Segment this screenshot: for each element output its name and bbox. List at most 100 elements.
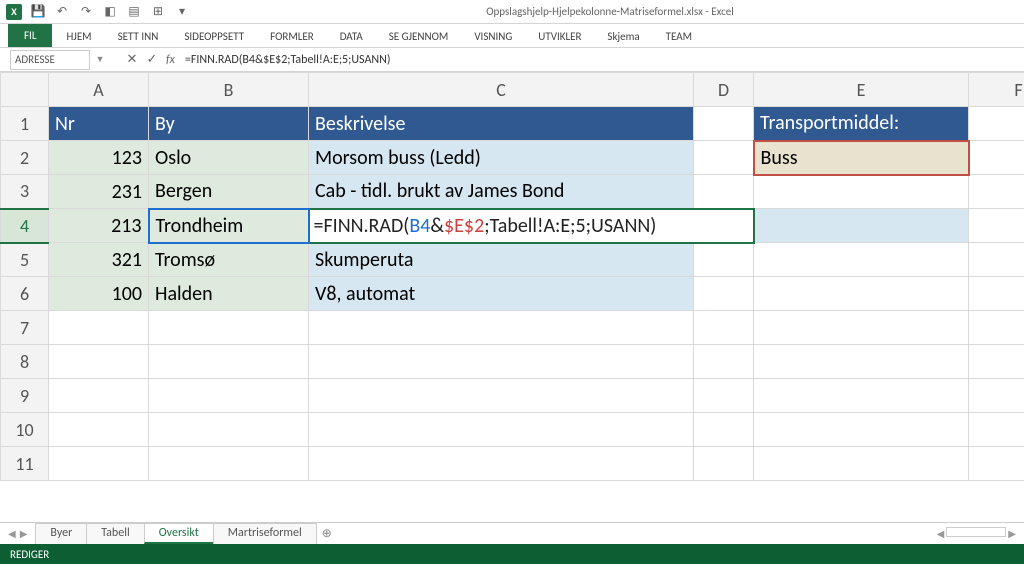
cell-F9[interactable] (969, 379, 1024, 413)
ribbon-tab-formulas[interactable]: FORMLER (258, 26, 326, 47)
ribbon-tab-view[interactable]: VISNING (462, 26, 524, 47)
cell-B10[interactable] (149, 413, 309, 447)
cell-A7[interactable] (49, 311, 149, 345)
ribbon-tab-insert[interactable]: SETT INN (106, 26, 171, 47)
cell-D11[interactable] (694, 447, 754, 481)
cell-D2[interactable] (694, 141, 754, 175)
ribbon-tab-home[interactable]: HJEM (54, 26, 103, 47)
ribbon-tab-developer[interactable]: UTVIKLER (526, 26, 593, 47)
cell-C2[interactable]: Morsom buss (Ledd) (309, 141, 694, 175)
cell-B1[interactable]: By (149, 107, 309, 141)
sheet-tab-byer[interactable]: Byer (35, 523, 87, 544)
row-header-3[interactable]: 3 (1, 175, 49, 209)
cell-F10[interactable] (969, 413, 1024, 447)
qat-icon-2[interactable]: ▤ (126, 4, 142, 20)
cell-F4[interactable] (969, 209, 1024, 243)
col-header-A[interactable]: A (49, 73, 149, 107)
cell-A2[interactable]: 123 (49, 141, 149, 175)
hscroll-right-icon[interactable]: ▶ (1008, 527, 1016, 540)
cell-A11[interactable] (49, 447, 149, 481)
col-header-C[interactable]: C (309, 73, 694, 107)
cell-C4-editing[interactable]: =FINN.RAD(B4&$E$2;Tabell!A:E;5;USANN) (309, 209, 754, 243)
cell-F3[interactable] (969, 175, 1024, 209)
cell-A3[interactable]: 231 (49, 175, 149, 209)
row-header-11[interactable]: 11 (1, 447, 49, 481)
cell-C7[interactable] (309, 311, 694, 345)
cell-E2[interactable]: Buss (754, 141, 969, 175)
redo-icon[interactable]: ↷ (78, 4, 94, 20)
cell-A6[interactable]: 100 (49, 277, 149, 311)
cell-E5[interactable] (754, 243, 969, 277)
qat-dropdown-icon[interactable]: ▾ (174, 4, 190, 20)
cell-D9[interactable] (694, 379, 754, 413)
col-header-B[interactable]: B (149, 73, 309, 107)
cell-D10[interactable] (694, 413, 754, 447)
cell-C9[interactable] (309, 379, 694, 413)
cell-E4[interactable] (754, 209, 969, 243)
hscroll-left-icon[interactable]: ◀ (937, 527, 945, 540)
ribbon-tab-team[interactable]: TEAM (654, 26, 704, 47)
cell-A8[interactable] (49, 345, 149, 379)
cell-D6[interactable] (694, 277, 754, 311)
cell-C8[interactable] (309, 345, 694, 379)
sheet-tab-martriseformel[interactable]: Martriseformel (213, 523, 317, 544)
row-header-5[interactable]: 5 (1, 243, 49, 277)
cell-F6[interactable] (969, 277, 1024, 311)
formula-cancel-button[interactable]: ✕ (122, 52, 142, 67)
ribbon-tab-pagelayout[interactable]: SIDEOPPSETT (172, 26, 256, 47)
row-header-8[interactable]: 8 (1, 345, 49, 379)
sheet-nav-next-icon[interactable]: ▶ (20, 527, 28, 540)
sheet-nav-prev-icon[interactable]: ◀ (8, 527, 16, 540)
formula-enter-button[interactable]: ✓ (142, 52, 162, 67)
cell-F11[interactable] (969, 447, 1024, 481)
name-box[interactable]: ADRESSE (10, 50, 90, 70)
row-header-10[interactable]: 10 (1, 413, 49, 447)
cell-B6[interactable]: Halden (149, 277, 309, 311)
cell-D7[interactable] (694, 311, 754, 345)
cell-C5[interactable]: Skumperuta (309, 243, 694, 277)
row-header-7[interactable]: 7 (1, 311, 49, 345)
cell-E8[interactable] (754, 345, 969, 379)
col-header-E[interactable]: E (754, 73, 969, 107)
ribbon-tab-review[interactable]: SE GJENNOM (377, 26, 461, 47)
ribbon-tab-file[interactable]: FIL (8, 24, 52, 47)
ribbon-tab-skjema[interactable]: Skjema (595, 26, 651, 47)
fx-icon[interactable]: fx (162, 53, 179, 67)
cell-B7[interactable] (149, 311, 309, 345)
cell-A10[interactable] (49, 413, 149, 447)
cell-E9[interactable] (754, 379, 969, 413)
cell-A1[interactable]: Nr (49, 107, 149, 141)
cell-D1[interactable] (694, 107, 754, 141)
qat-icon-3[interactable]: ⊞ (150, 4, 166, 20)
undo-icon[interactable]: ↶ (54, 4, 70, 20)
cell-F7[interactable] (969, 311, 1024, 345)
col-header-D[interactable]: D (694, 73, 754, 107)
cell-E1[interactable]: Transportmiddel: (754, 107, 969, 141)
cell-E3[interactable] (754, 175, 969, 209)
add-sheet-button[interactable]: ⊕ (316, 526, 338, 541)
cell-A9[interactable] (49, 379, 149, 413)
cell-C10[interactable] (309, 413, 694, 447)
row-header-2[interactable]: 2 (1, 141, 49, 175)
formula-input[interactable]: =FINN.RAD(B4&$E$2;Tabell!A:E;5;USANN) (179, 53, 1024, 67)
cell-B4[interactable]: Trondheim (149, 209, 309, 243)
cell-B8[interactable] (149, 345, 309, 379)
row-header-4[interactable]: 4 (1, 209, 49, 243)
row-header-1[interactable]: 1 (1, 107, 49, 141)
cell-D3[interactable] (694, 175, 754, 209)
row-header-6[interactable]: 6 (1, 277, 49, 311)
row-header-9[interactable]: 9 (1, 379, 49, 413)
cell-B2[interactable]: Oslo (149, 141, 309, 175)
cell-C11[interactable] (309, 447, 694, 481)
cell-C1[interactable]: Beskrivelse (309, 107, 694, 141)
cell-D8[interactable] (694, 345, 754, 379)
select-all-corner[interactable] (1, 73, 49, 107)
cell-F8[interactable] (969, 345, 1024, 379)
cell-F1[interactable] (969, 107, 1024, 141)
cell-E7[interactable] (754, 311, 969, 345)
cell-E10[interactable] (754, 413, 969, 447)
sheet-tab-tabell[interactable]: Tabell (86, 523, 144, 544)
cell-A5[interactable]: 321 (49, 243, 149, 277)
save-icon[interactable]: 💾 (30, 4, 46, 20)
cell-F5[interactable] (969, 243, 1024, 277)
